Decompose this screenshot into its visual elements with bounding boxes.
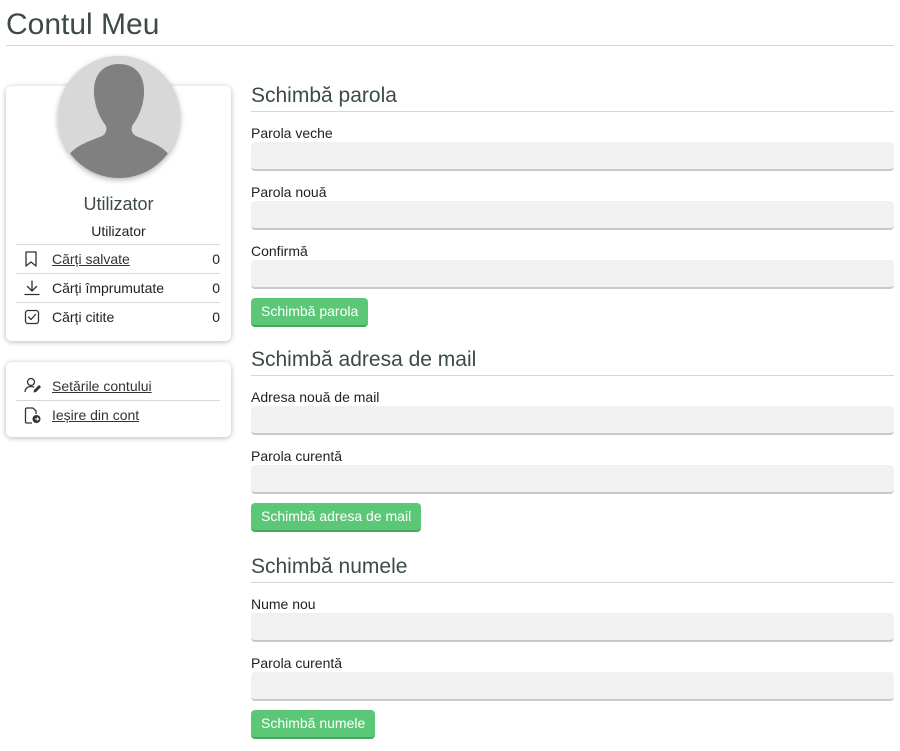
current-password-label: Parola curentă	[251, 655, 343, 671]
stats-list: Cărți salvate 0 Cărți împrumutate 0 Cărț…	[16, 244, 220, 331]
current-password-input[interactable]	[251, 465, 894, 494]
stat-count: 0	[212, 251, 220, 267]
current-password-input[interactable]	[251, 672, 894, 701]
old-password-label: Parola veche	[251, 125, 333, 141]
new-name-label: Nume nou	[251, 596, 316, 612]
logout-link[interactable]: Ieșire din cont	[16, 400, 220, 429]
logout-icon	[24, 406, 44, 424]
new-password-label: Parola nouă	[251, 184, 327, 200]
account-settings-link[interactable]: Setările contului	[16, 371, 220, 400]
section-title: Schimbă adresa de mail	[251, 348, 894, 376]
new-email-input[interactable]	[251, 406, 894, 435]
user-silhouette-icon	[58, 56, 180, 178]
section-title: Schimbă numele	[251, 555, 894, 583]
new-email-label: Adresa nouă de mail	[251, 389, 380, 405]
settings-list: Setările contului Ieșire din cont	[16, 371, 220, 429]
confirm-password-input[interactable]	[251, 260, 894, 289]
user-name: Utilizator	[83, 194, 154, 214]
user-role: Utilizator	[91, 223, 146, 239]
stat-label: Cărți împrumutate	[52, 280, 165, 296]
change-password-section: Schimbă parola Parola veche Parola nouă …	[251, 84, 894, 327]
change-email-button[interactable]: Schimbă adresa de mail	[251, 503, 422, 532]
change-password-button[interactable]: Schimbă parola	[251, 298, 369, 327]
page-title: Contul Meu	[6, 8, 160, 41]
change-name-button[interactable]: Schimbă numele	[251, 710, 376, 739]
user-edit-icon	[24, 377, 44, 395]
change-name-section: Schimbă numele Nume nou Parola curentă S…	[251, 555, 894, 739]
profile-card: Utilizator Utilizator Cărți salvate 0 Că…	[6, 56, 231, 341]
stat-count: 0	[212, 309, 220, 325]
checkbox-icon	[24, 308, 44, 326]
account-settings-label[interactable]: Setările contului	[52, 378, 152, 394]
confirm-password-label: Confirmă	[251, 243, 308, 259]
title-divider	[6, 45, 894, 46]
new-name-input[interactable]	[251, 613, 894, 642]
new-password-input[interactable]	[251, 201, 894, 230]
section-title: Schimbă parola	[251, 84, 894, 112]
current-password-label: Parola curentă	[251, 448, 343, 464]
download-icon	[24, 279, 44, 297]
settings-card: Setările contului Ieșire din cont	[6, 362, 231, 437]
stat-count: 0	[212, 280, 220, 296]
stat-label[interactable]: Cărți salvate	[52, 251, 200, 267]
stat-label: Cărți citite	[52, 309, 115, 325]
change-email-section: Schimbă adresa de mail Adresa nouă de ma…	[251, 348, 894, 532]
old-password-input[interactable]	[251, 142, 894, 171]
avatar	[58, 56, 180, 178]
logout-label[interactable]: Ieșire din cont	[52, 407, 139, 423]
bookmark-icon	[24, 250, 44, 268]
stat-saved-books[interactable]: Cărți salvate 0	[16, 244, 220, 273]
stat-borrowed-books: Cărți împrumutate 0	[16, 273, 220, 302]
stat-read-books: Cărți citite 0	[16, 302, 220, 331]
